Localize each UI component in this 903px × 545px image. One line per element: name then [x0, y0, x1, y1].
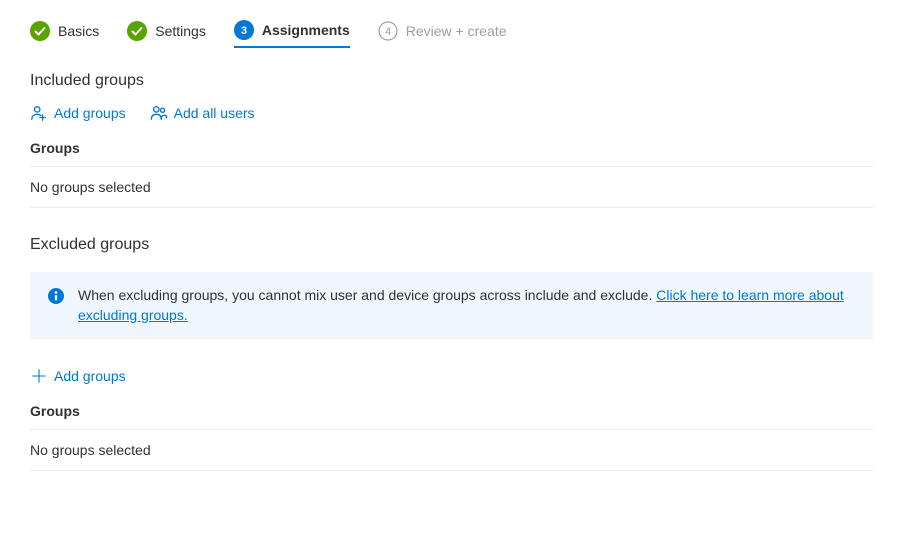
included-groups-heading: Included groups — [30, 72, 873, 90]
tab-label: Settings — [155, 23, 206, 39]
action-label: Add all users — [174, 105, 255, 121]
check-circle-icon — [30, 21, 50, 41]
tab-assignments[interactable]: 3 Assignments — [234, 20, 350, 48]
add-groups-button[interactable]: Add groups — [30, 367, 126, 385]
step-number-icon: 3 — [234, 20, 254, 40]
people-icon — [150, 104, 168, 122]
info-icon — [48, 288, 64, 304]
info-message: When excluding groups, you cannot mix us… — [78, 287, 656, 303]
info-text: When excluding groups, you cannot mix us… — [78, 286, 855, 325]
excluded-actions: Add groups — [30, 367, 873, 385]
add-groups-button[interactable]: Add groups — [30, 104, 126, 122]
add-all-users-button[interactable]: Add all users — [150, 104, 255, 122]
check-circle-icon — [127, 21, 147, 41]
person-add-icon — [30, 104, 48, 122]
included-actions: Add groups Add all users — [30, 104, 873, 122]
action-label: Add groups — [54, 105, 126, 121]
excluded-info-banner: When excluding groups, you cannot mix us… — [30, 272, 873, 339]
svg-text:3: 3 — [241, 25, 247, 37]
tab-basics[interactable]: Basics — [30, 21, 99, 47]
tab-label: Assignments — [262, 22, 350, 38]
tab-settings[interactable]: Settings — [127, 21, 206, 47]
action-label: Add groups — [54, 368, 126, 384]
svg-text:4: 4 — [385, 26, 391, 38]
included-groups-empty: No groups selected — [30, 167, 873, 208]
excluded-groups-empty: No groups selected — [30, 430, 873, 471]
excluded-groups-table-header: Groups — [30, 403, 873, 430]
tab-label: Basics — [58, 23, 99, 39]
step-number-icon: 4 — [378, 21, 398, 41]
plus-icon — [30, 367, 48, 385]
included-groups-table-header: Groups — [30, 140, 873, 167]
tab-review-create[interactable]: 4 Review + create — [378, 21, 507, 47]
tab-label: Review + create — [406, 23, 507, 39]
wizard-steps: Basics Settings 3 Assignments 4 Review +… — [30, 20, 873, 48]
excluded-groups-heading: Excluded groups — [30, 236, 873, 254]
